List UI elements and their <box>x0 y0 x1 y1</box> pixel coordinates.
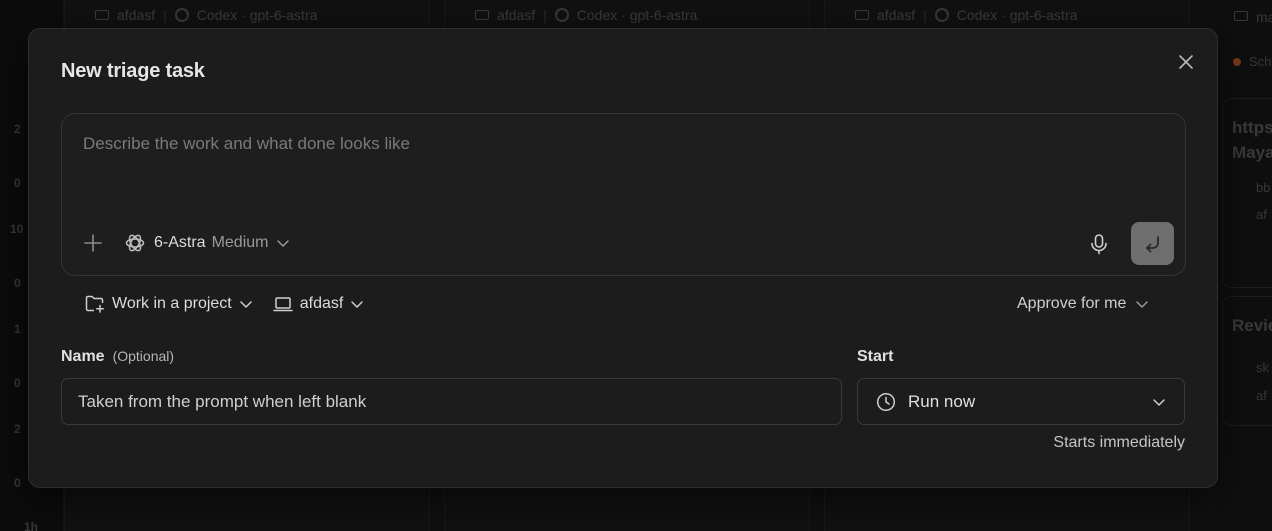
status-dot <box>1233 58 1241 66</box>
send-arrow-icon <box>1145 235 1159 252</box>
environment-selector[interactable]: afdasf <box>273 295 365 313</box>
rail-number: 0 <box>14 176 21 190</box>
openai-logo-icon <box>125 234 145 252</box>
separator: | <box>543 7 547 23</box>
task-composer: 6-Astra Medium <box>61 113 1186 276</box>
dialog-title: New triage task <box>61 60 205 82</box>
right-card-line: bb <box>1256 180 1271 195</box>
close-icon <box>1179 55 1193 69</box>
right-edge-status: Sch <box>1249 54 1272 69</box>
start-label: Start <box>857 348 894 365</box>
card-project: afdasf <box>497 7 536 23</box>
start-helper-text: Starts immediately <box>1053 434 1185 451</box>
model-effort: Medium <box>211 234 269 251</box>
close-button[interactable] <box>1175 51 1197 73</box>
project-label: Work in a project <box>112 295 232 312</box>
name-label: Name <box>61 348 105 365</box>
right-card-line: af <box>1256 207 1267 222</box>
card-agent: Codex · gpt-6-astra <box>576 7 698 23</box>
chevron-down-icon <box>277 240 290 247</box>
chevron-down-icon <box>351 301 364 308</box>
clock-icon <box>876 392 896 411</box>
rail-number: 2 <box>14 122 21 136</box>
rail-number: 0 <box>14 376 21 390</box>
codex-icon <box>934 8 949 22</box>
laptop-icon <box>855 10 869 20</box>
environment-label: afdasf <box>299 295 344 312</box>
rail-number: 1 <box>14 322 21 336</box>
card-agent: Codex · gpt-6-astra <box>956 7 1078 23</box>
card-project: afdasf <box>877 7 916 23</box>
send-button[interactable] <box>1131 222 1174 265</box>
rail-number: 0 <box>14 276 21 290</box>
chevron-down-icon <box>1136 301 1149 308</box>
right-edge-top: ma <box>1256 9 1272 25</box>
right-card-line: af <box>1256 388 1267 403</box>
separator: | <box>163 7 167 23</box>
rail-number: 1h <box>24 520 39 531</box>
task-description-input[interactable] <box>83 134 1163 194</box>
laptop-icon <box>95 10 109 20</box>
card-project: afdasf <box>117 7 156 23</box>
model-name: 6-Astra <box>154 234 206 251</box>
card-meta: afdasf | Codex · gpt-6-astra <box>475 0 697 30</box>
microphone-icon <box>1091 234 1107 255</box>
rail-number: 2 <box>14 422 21 436</box>
voice-input-button[interactable] <box>1088 232 1110 256</box>
name-field-label: Name (Optional) <box>61 348 174 366</box>
right-card-title: Maya <box>1232 143 1272 162</box>
laptop-icon <box>1234 11 1248 21</box>
plus-icon <box>84 234 102 252</box>
card-agent: Codex · gpt-6-astra <box>196 7 318 23</box>
laptop-icon <box>273 297 293 312</box>
project-selector[interactable]: Work in a project <box>85 295 253 313</box>
chevron-down-icon <box>240 301 252 308</box>
right-card-line: sk <box>1256 360 1269 375</box>
start-field-label: Start <box>857 348 893 366</box>
card-meta: afdasf | Codex · gpt-6-astra <box>95 0 317 30</box>
start-value: Run now <box>908 391 976 411</box>
right-card-title: Revie <box>1232 316 1272 335</box>
card-meta: afdasf | Codex · gpt-6-astra <box>855 0 1077 30</box>
rail-number: 10 <box>10 222 24 236</box>
right-card-title: https <box>1232 118 1272 137</box>
chevron-down-icon <box>1153 398 1165 406</box>
task-name-input[interactable] <box>61 378 842 425</box>
separator: | <box>923 7 927 23</box>
laptop-icon <box>475 10 489 20</box>
approval-label: Approve for me <box>1017 295 1127 312</box>
start-time-select[interactable]: Run now <box>857 378 1185 425</box>
model-selector[interactable]: 6-Astra Medium <box>124 231 290 255</box>
codex-icon <box>174 8 189 22</box>
add-attachment-button[interactable] <box>82 232 104 254</box>
rail-number: 0 <box>14 476 21 490</box>
task-options: Work in a project afdasf <box>85 292 384 316</box>
optional-hint: (Optional) <box>112 348 175 364</box>
new-triage-task-dialog: New triage task 6-Astra Medium <box>28 28 1218 488</box>
approval-mode-selector[interactable]: Approve for me <box>1017 292 1149 316</box>
folder-plus-icon <box>85 295 104 313</box>
codex-icon <box>554 8 569 22</box>
